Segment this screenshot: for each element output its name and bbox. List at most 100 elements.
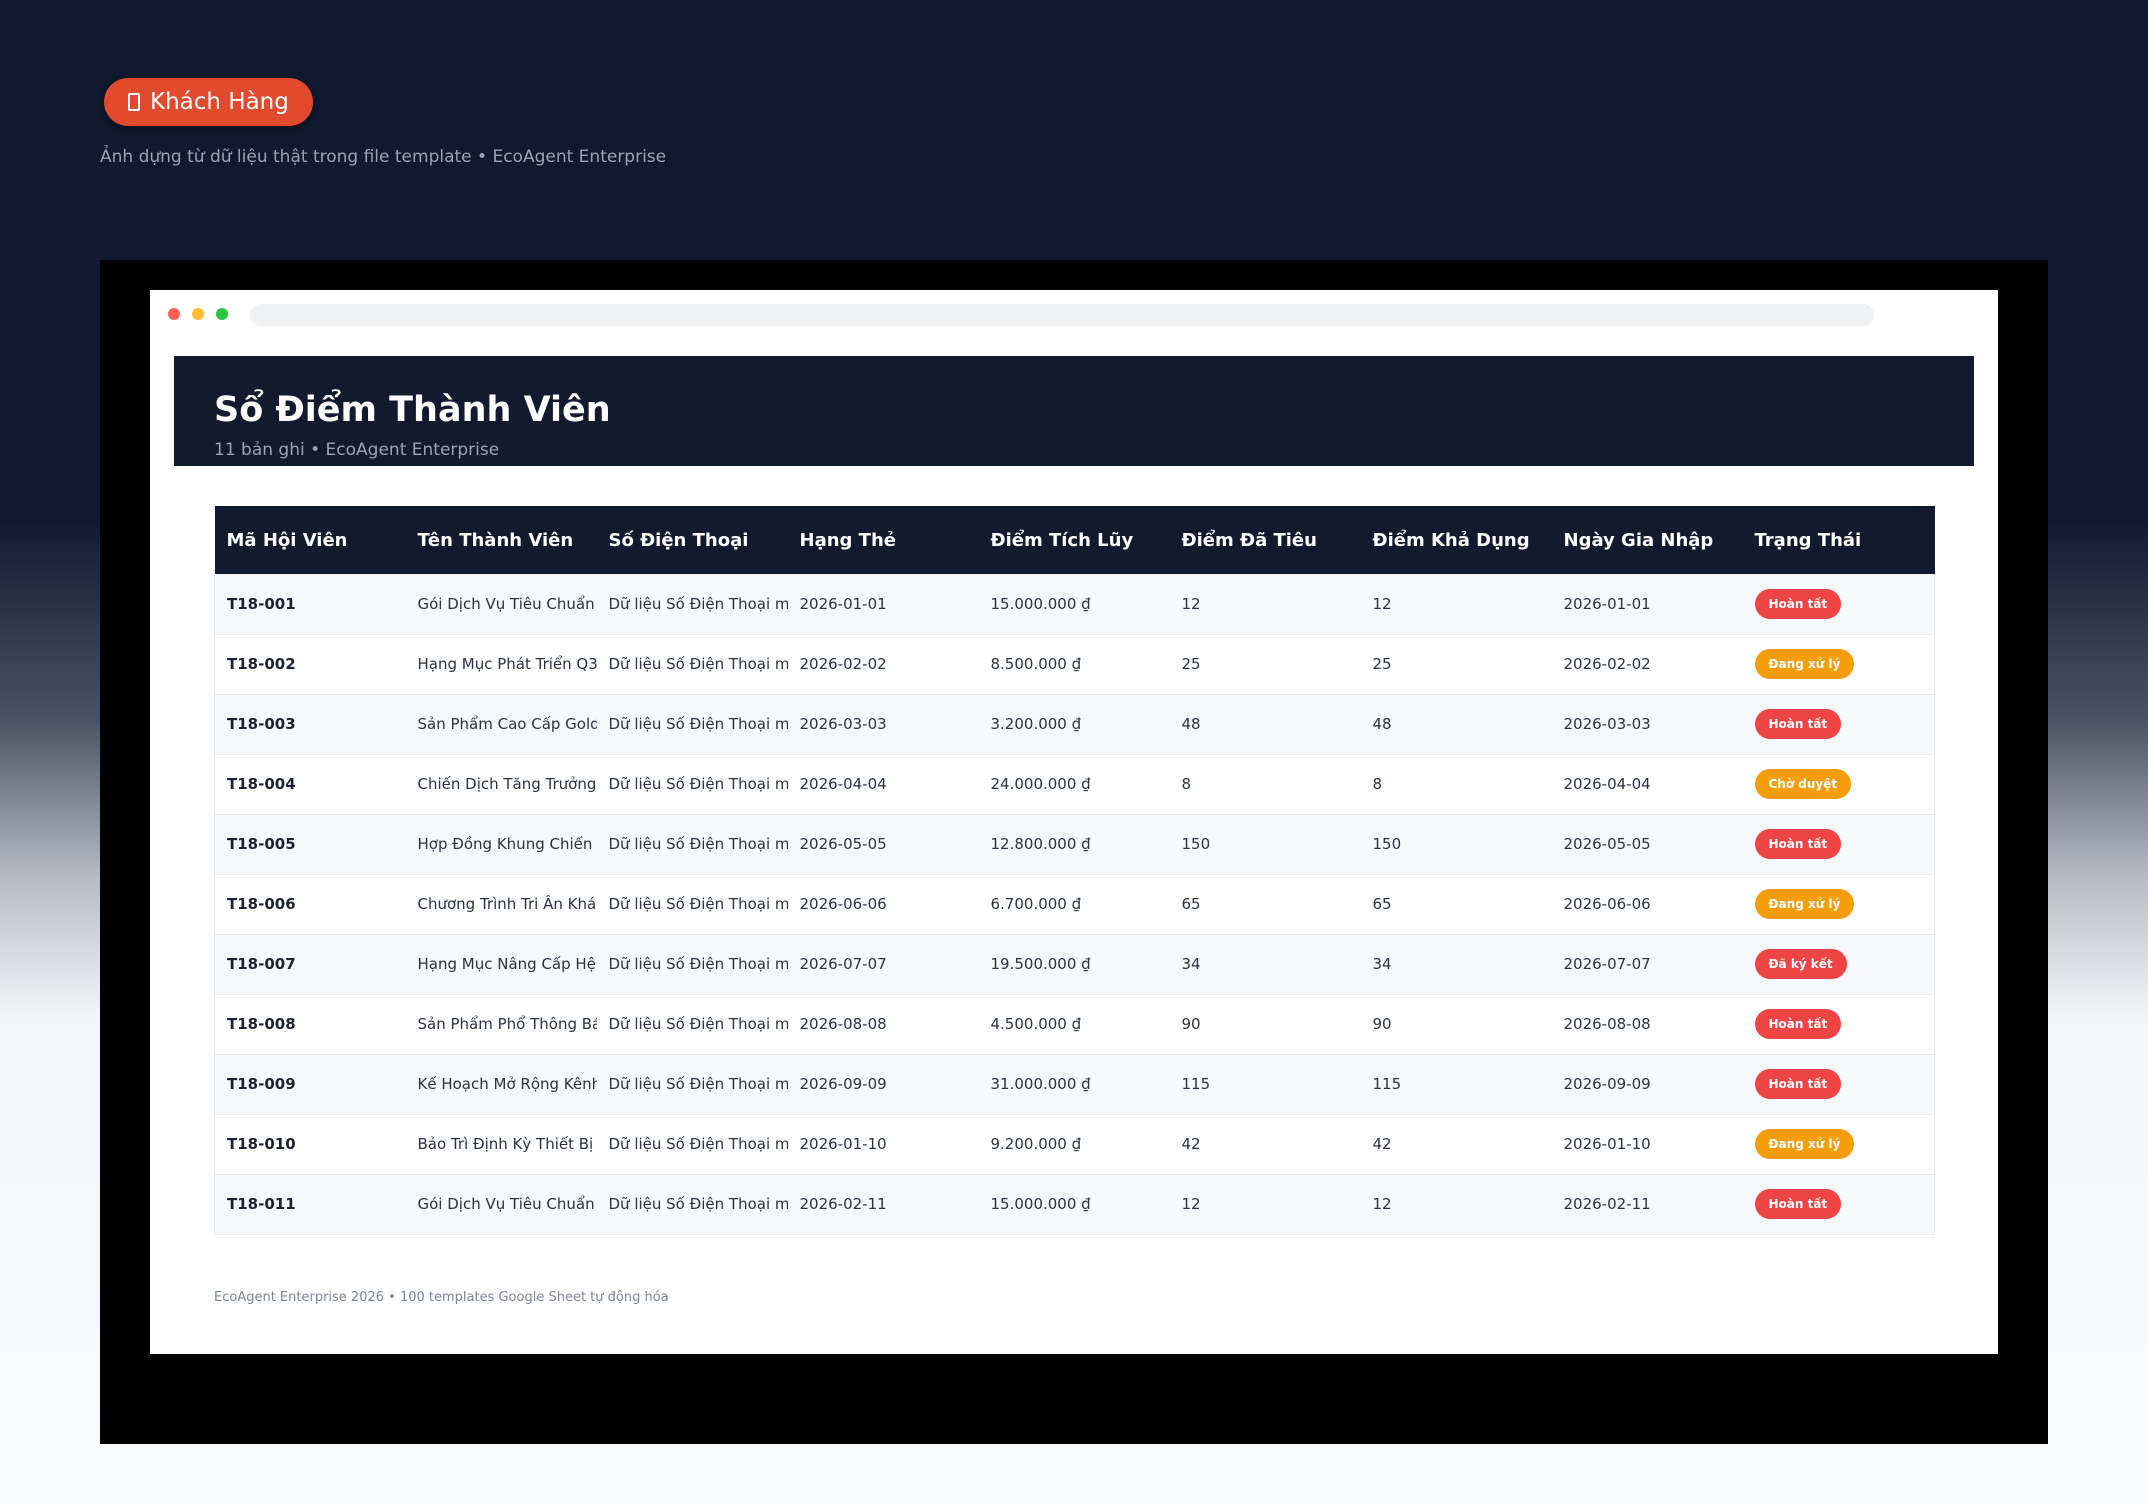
status-badge: Hoàn tất — [1754, 1069, 1842, 1099]
table-cell: Gói Dịch Vụ Tiêu Chuẩn — [417, 594, 595, 613]
table-cell: 2026-02-11 — [799, 1195, 887, 1213]
browser-window: Sổ Điểm Thành Viên 11 bản ghi • EcoAgent… — [150, 290, 1998, 1354]
page-footer: EcoAgent Enterprise 2026 • 100 templates… — [214, 1290, 669, 1305]
table-cell: 115 — [1372, 1075, 1402, 1093]
window-controls — [168, 308, 228, 320]
status-cell: Hoàn tất — [1743, 1054, 1935, 1114]
table-cell: Dữ liệu Số Điện Thoại mẫu — [608, 594, 788, 613]
table-cell: T18-007 — [227, 955, 296, 973]
table-cell: T18-003 — [227, 715, 296, 733]
table-cell: 42 — [1181, 1135, 1201, 1153]
table-cell: 90 — [1372, 1015, 1392, 1033]
table-row[interactable]: T18-002 Hạng Mục Phát Triển Q3 Dữ liệu Số … — [214, 634, 1935, 694]
table-cell: Dữ liệu Số Điện Thoại mẫu — [608, 775, 788, 793]
table-cell: 2026-03-03 — [1563, 715, 1651, 733]
status-badge: Đang xử lý — [1754, 1129, 1855, 1159]
table-cell: 2026-09-09 — [799, 1075, 887, 1093]
table-cell: 2026-01-10 — [799, 1135, 887, 1153]
table-cell: 12 — [1181, 594, 1201, 613]
table-row[interactable]: T18-009 Kế Hoạch Mở Rộng Kênh Phân Phối Dữ… — [214, 1054, 1935, 1114]
table-cell: 150 — [1181, 835, 1211, 853]
table-cell: 2026-07-07 — [799, 955, 887, 973]
table-cell: Dữ liệu Số Điện Thoại mẫu — [608, 955, 788, 973]
status-cell: Đang xử lý — [1743, 1114, 1935, 1174]
table-header-row: Mã Hội Viên Tên Thành Viên Số Điện Thoại Hạ… — [214, 506, 1935, 574]
column-header[interactable]: Trạng Thái — [1743, 506, 1935, 574]
table-row[interactable]: T18-003 Sản Phẩm Cao Cấp Gold Dữ liệu Số Đ… — [214, 694, 1935, 754]
column-header[interactable]: Hạng Thẻ — [788, 506, 979, 574]
table-cell: Chiến Dịch Tăng Trưởng T — [417, 775, 597, 793]
table-cell: 48 — [1181, 715, 1201, 733]
table-cell: 12.800.000 ₫ — [990, 835, 1091, 853]
status-badge: Hoàn tất — [1754, 1009, 1842, 1039]
table-cell: Dữ liệu Số Điện Thoại mẫu — [608, 1075, 788, 1093]
table-cell: 12 — [1372, 594, 1392, 613]
table-cell: 2026-06-06 — [799, 895, 887, 913]
address-bar[interactable] — [250, 304, 1874, 326]
members-table: Mã Hội Viên Tên Thành Viên Số Điện Thoại Hạ… — [214, 506, 1935, 1235]
table-row[interactable]: T18-010 Bảo Trì Định Kỳ Thiết Bị Dữ liệu S… — [214, 1114, 1935, 1174]
table-row[interactable]: T18-004 Chiến Dịch Tăng Trưởng T Dữ liệu S… — [214, 754, 1935, 814]
column-header[interactable]: Ngày Gia Nhập — [1552, 506, 1743, 574]
page-subtitle: Ảnh dựng từ dữ liệu thật trong file temp… — [100, 147, 667, 167]
status-badge: Đã ký kết — [1754, 949, 1847, 979]
table-cell: 2026-05-05 — [1563, 835, 1651, 853]
column-header[interactable]: Điểm Tích Lũy — [979, 506, 1170, 574]
table-cell: T18-002 — [227, 655, 296, 673]
table-cell: 19.500.000 ₫ — [990, 955, 1091, 973]
status-badge: Đang xử lý — [1754, 889, 1855, 919]
table-cell: T18-011 — [227, 1195, 296, 1213]
table-cell: Hạng Mục Phát Triển Q3 — [417, 655, 597, 673]
column-header[interactable]: Tên Thành Viên — [406, 506, 597, 574]
table-cell: 6.700.000 ₫ — [990, 895, 1082, 913]
table-row[interactable]: T18-011 Gói Dịch Vụ Tiêu Chuẩn Dữ liệu Số … — [214, 1174, 1935, 1234]
table-cell: Dữ liệu Số Điện Thoại mẫu — [608, 835, 788, 853]
status-cell: Đã ký kết — [1743, 934, 1935, 994]
table-cell: 2026-08-08 — [799, 1015, 887, 1033]
table-row[interactable]: T18-005 Hợp Đồng Khung Chiến Lược Dữ liệu … — [214, 814, 1935, 874]
status-badge: Đang xử lý — [1754, 649, 1855, 679]
column-header[interactable]: Điểm Khả Dụng — [1361, 506, 1552, 574]
table-row[interactable]: T18-001 Gói Dịch Vụ Tiêu Chuẩn Dữ liệu Số … — [214, 574, 1935, 634]
sheet-title: Sổ Điểm Thành Viên — [214, 390, 611, 430]
table-cell: 65 — [1181, 895, 1201, 913]
status-badge: Hoàn tất — [1754, 829, 1842, 859]
column-header[interactable]: Số Điện Thoại — [597, 506, 788, 574]
close-icon[interactable] — [168, 308, 180, 320]
table-row[interactable]: T18-006 Chương Trình Tri Ân Khách Dữ liệu … — [214, 874, 1935, 934]
sheet-banner: Sổ Điểm Thành Viên 11 bản ghi • EcoAgent… — [174, 356, 1974, 466]
status-cell: Hoàn tất — [1743, 574, 1935, 634]
table-cell: 2026-05-05 — [799, 835, 887, 853]
table-cell: 15.000.000 ₫ — [990, 594, 1091, 613]
table-cell: 12 — [1372, 1195, 1392, 1213]
table-row[interactable]: T18-007 Hạng Mục Nâng Cấp Hệ Thống Dữ liệu… — [214, 934, 1935, 994]
table-row[interactable]: T18-008 Sản Phẩm Phổ Thông Bán Chạy Dữ liệ… — [214, 994, 1935, 1054]
document-icon — [128, 93, 140, 111]
table-cell: 34 — [1372, 955, 1392, 973]
table-cell: T18-001 — [227, 594, 296, 613]
table-cell: 25 — [1181, 655, 1201, 673]
table-cell: 65 — [1372, 895, 1392, 913]
status-cell: Hoàn tất — [1743, 994, 1935, 1054]
column-header[interactable]: Mã Hội Viên — [215, 506, 406, 574]
table-cell: Kế Hoạch Mở Rộng Kênh Phân Phối — [417, 1075, 597, 1093]
status-cell: Hoàn tất — [1743, 1174, 1935, 1234]
table-cell: 8 — [1181, 775, 1192, 793]
column-header[interactable]: Điểm Đã Tiêu — [1170, 506, 1361, 574]
customer-tag[interactable]: Khách Hàng — [104, 78, 313, 126]
table-cell: Dữ liệu Số Điện Thoại mẫu — [608, 1015, 788, 1033]
table-cell: 115 — [1181, 1075, 1211, 1093]
table-cell: 15.000.000 ₫ — [990, 1195, 1091, 1213]
status-badge: Hoàn tất — [1754, 588, 1842, 619]
table-cell: 8 — [1372, 775, 1383, 793]
maximize-icon[interactable] — [216, 308, 228, 320]
table-cell: 3.200.000 ₫ — [990, 715, 1082, 733]
table-cell: 2026-04-04 — [799, 775, 887, 793]
table-cell: 90 — [1181, 1015, 1201, 1033]
minimize-icon[interactable] — [192, 308, 204, 320]
table-cell: 2026-08-08 — [1563, 1015, 1651, 1033]
status-badge: Hoàn tất — [1754, 1189, 1842, 1219]
table-cell: 150 — [1372, 835, 1402, 853]
table-cell: Dữ liệu Số Điện Thoại mẫu — [608, 715, 788, 733]
table-cell: T18-010 — [227, 1135, 296, 1153]
